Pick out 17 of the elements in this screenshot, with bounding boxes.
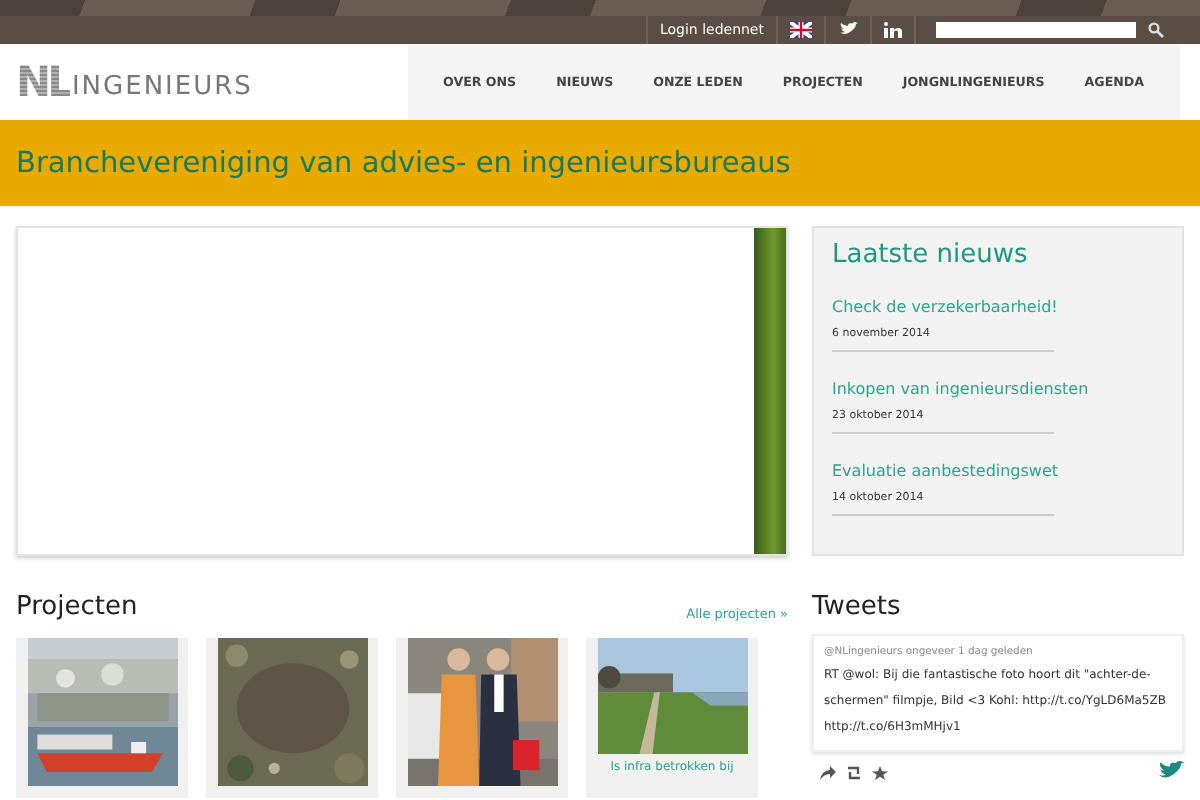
section-title: Projecten (16, 592, 138, 622)
section-title: Tweets (812, 592, 901, 622)
logo-text[interactable]: INGENIEURS (71, 76, 253, 100)
search-icon[interactable] (1148, 22, 1164, 38)
news-link[interactable]: Check de verzekerbaarheid! (832, 298, 1058, 318)
retweet-icon[interactable] (846, 765, 862, 779)
page-title: Branchevereniging van advies- en ingenieursbureaus (16, 147, 791, 179)
section-title: Laatste nieuws (832, 240, 1030, 270)
reply-icon[interactable] (820, 765, 836, 779)
star-icon[interactable] (872, 765, 888, 779)
project-card[interactable] (206, 638, 378, 798)
logo-mark[interactable]: NL (16, 64, 70, 100)
news-link[interactable]: Evaluatie aanbestedingswet (832, 462, 1059, 482)
project-card[interactable] (396, 638, 568, 798)
bird-icon[interactable] (1156, 760, 1184, 784)
search-field[interactable] (936, 22, 1136, 38)
news-link[interactable]: Inkopen van ingenieursdiensten (832, 380, 1089, 400)
